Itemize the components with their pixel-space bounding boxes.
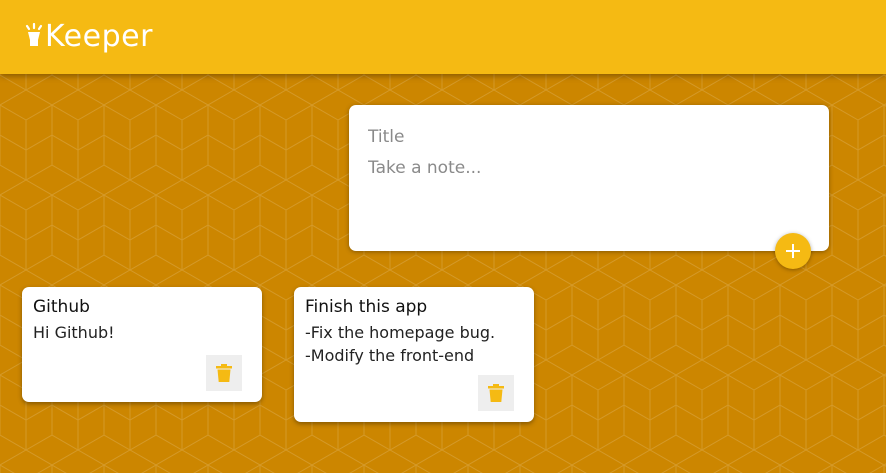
note-card: Finish this app -Fix the homepage bug. -… (294, 287, 534, 422)
note-content: -Fix the homepage bug. -Modify the front… (305, 323, 496, 365)
add-note-button[interactable] (775, 233, 811, 269)
note-card: Github Hi Github! (22, 287, 262, 402)
trash-icon (216, 364, 232, 382)
trash-icon (488, 384, 504, 402)
note-title: Github (33, 297, 90, 317)
app-header: Keeper (0, 0, 886, 74)
note-title-input[interactable] (368, 126, 808, 148)
delete-note-button[interactable] (478, 375, 514, 411)
note-content-input[interactable] (368, 158, 808, 228)
lightbulb-icon (25, 23, 43, 46)
app-title: Keeper (45, 19, 153, 54)
note-content: Hi Github! (33, 323, 115, 342)
create-note-form (349, 105, 829, 251)
note-title: Finish this app (305, 297, 428, 317)
plus-icon (786, 244, 800, 258)
app-logo: Keeper (24, 20, 153, 54)
delete-note-button[interactable] (206, 355, 242, 391)
